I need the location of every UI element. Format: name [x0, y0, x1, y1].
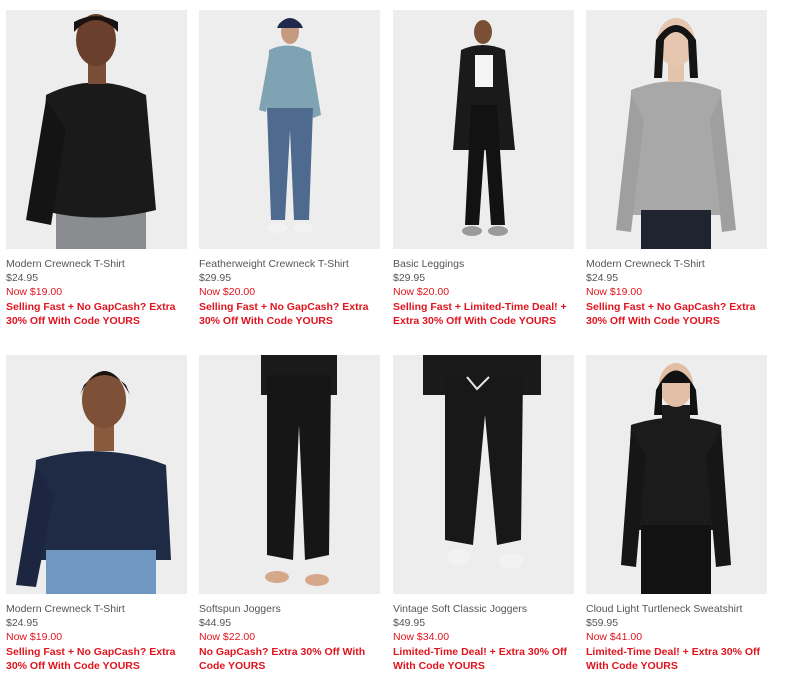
product-image[interactable]	[393, 355, 574, 594]
product-image[interactable]	[6, 355, 187, 594]
sale-price: Now $41.00	[586, 631, 643, 643]
sale-price: Now $34.00	[393, 631, 450, 643]
product-image[interactable]	[199, 10, 380, 249]
original-price: $24.95	[6, 617, 39, 629]
product-card[interactable]: Modern Crewneck T-Shirt $24.95 Now $19.0…	[6, 355, 187, 673]
original-price: $49.95	[393, 617, 426, 629]
product-name[interactable]: Softspun Joggers	[199, 603, 380, 616]
product-image[interactable]	[586, 355, 767, 594]
product-name[interactable]: Modern Crewneck T-Shirt	[6, 603, 187, 616]
promo-text: Selling Fast + No GapCash? Extra 30% Off…	[199, 301, 369, 327]
product-name[interactable]: Modern Crewneck T-Shirt	[586, 258, 767, 271]
original-price: $44.95	[199, 617, 232, 629]
promo-text: Selling Fast + Limited-Time Deal! + Extr…	[393, 301, 567, 327]
sale-price: Now $19.00	[6, 631, 63, 643]
promo-text: Selling Fast + No GapCash? Extra 30% Off…	[6, 301, 176, 327]
original-price: $29.95	[393, 272, 426, 284]
original-price: $59.95	[586, 617, 619, 629]
product-name[interactable]: Modern Crewneck T-Shirt	[6, 258, 187, 271]
product-card[interactable]: Basic Leggings $29.95 Now $20.00 Selling…	[393, 10, 574, 328]
original-price: $24.95	[586, 272, 619, 284]
product-name[interactable]: Vintage Soft Classic Joggers	[393, 603, 574, 616]
product-card[interactable]: Vintage Soft Classic Joggers $49.95 Now …	[393, 355, 574, 673]
original-price: $29.95	[199, 272, 232, 284]
sale-price: Now $19.00	[6, 286, 63, 298]
original-price: $24.95	[6, 272, 39, 284]
sale-price: Now $19.00	[586, 286, 643, 298]
sale-price: Now $22.00	[199, 631, 256, 643]
product-name[interactable]: Cloud Light Turtleneck Sweatshirt	[586, 603, 767, 616]
sale-price: Now $20.00	[199, 286, 256, 298]
product-card[interactable]: Softspun Joggers $44.95 Now $22.00 No Ga…	[199, 355, 380, 673]
product-image[interactable]	[586, 10, 767, 249]
promo-text: No GapCash? Extra 30% Off With Code YOUR…	[199, 646, 366, 672]
promo-text: Selling Fast + No GapCash? Extra 30% Off…	[6, 646, 176, 672]
product-card[interactable]: Cloud Light Turtleneck Sweatshirt $59.95…	[586, 355, 767, 673]
promo-text: Selling Fast + No GapCash? Extra 30% Off…	[586, 301, 756, 327]
product-grid: Modern Crewneck T-Shirt $24.95 Now $19.0…	[0, 0, 800, 676]
product-name[interactable]: Featherweight Crewneck T-Shirt	[199, 258, 380, 271]
product-card[interactable]: Modern Crewneck T-Shirt $24.95 Now $19.0…	[586, 10, 767, 328]
product-card[interactable]: Modern Crewneck T-Shirt $24.95 Now $19.0…	[6, 10, 187, 328]
product-image[interactable]	[393, 10, 574, 249]
sale-price: Now $20.00	[393, 286, 450, 298]
product-name[interactable]: Basic Leggings	[393, 258, 574, 271]
product-card[interactable]: Featherweight Crewneck T-Shirt $29.95 No…	[199, 10, 380, 328]
promo-text: Limited-Time Deal! + Extra 30% Off With …	[393, 646, 567, 672]
promo-text: Limited-Time Deal! + Extra 30% Off With …	[586, 646, 760, 672]
product-image[interactable]	[6, 10, 187, 249]
product-image[interactable]	[199, 355, 380, 594]
